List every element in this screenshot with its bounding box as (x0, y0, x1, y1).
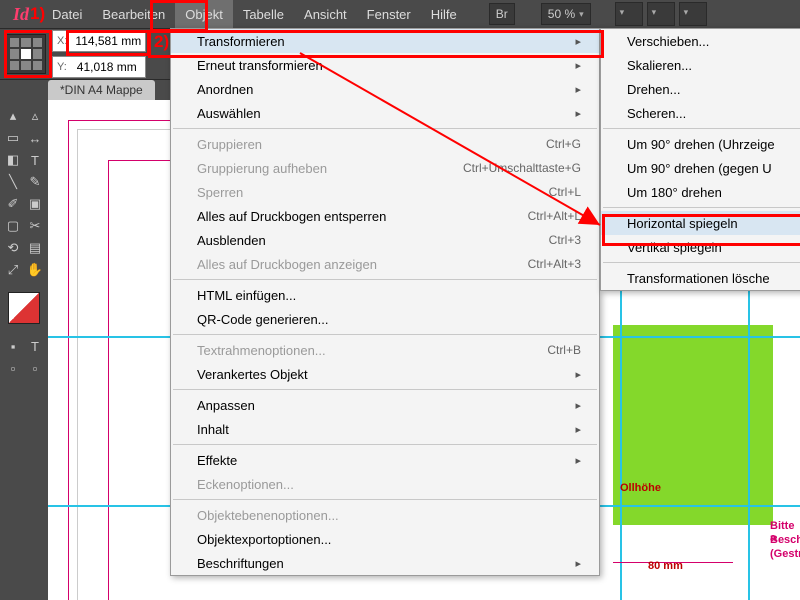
pencil-tool-icon[interactable]: ✐ (3, 194, 23, 214)
menu-anpassen[interactable]: Anpassen (171, 393, 599, 417)
gradient-tool-icon[interactable]: ▤ (25, 238, 45, 258)
app-logo: Id (0, 0, 42, 28)
menu-anzeigen: Alles auf Druckbogen anzeigenCtrl+Alt+3 (171, 252, 599, 276)
menu-eckenoptionen: Eckenoptionen... (171, 472, 599, 496)
submenu-drehen-90-gegen[interactable]: Um 90° drehen (gegen U (601, 156, 800, 180)
line-tool-icon[interactable]: ╲ (3, 172, 23, 192)
content-tool-icon[interactable]: ◧ (3, 150, 23, 170)
menu-auswaehlen[interactable]: Auswählen (171, 101, 599, 125)
label-ollhoehe: Ollhöhe (620, 482, 661, 494)
menu-separator (173, 128, 597, 129)
submenu-scheren[interactable]: Scheren... (601, 101, 800, 125)
view-options-icon[interactable] (615, 2, 643, 26)
label-gest: (Gestn (770, 548, 800, 560)
x-field[interactable]: X: 114,581 mm (52, 30, 146, 52)
document-tab[interactable]: *DIN A4 Mappe (48, 80, 155, 100)
menu-separator (173, 444, 597, 445)
menu-separator (173, 279, 597, 280)
submenu-drehen-180[interactable]: Um 180° drehen (601, 180, 800, 204)
submenu-verschieben[interactable]: Verschieben... (601, 29, 800, 53)
menu-separator (173, 389, 597, 390)
object-dropdown-menu: Transformieren Erneut transformieren Ano… (170, 28, 600, 576)
label-80mm: 80 mm (648, 560, 683, 572)
reference-point-grid[interactable] (6, 34, 46, 74)
menu-effekte[interactable]: Effekte (171, 448, 599, 472)
fill-stroke-swatch[interactable] (8, 292, 40, 324)
menu-objektexportoptionen[interactable]: Objektexportoptionen... (171, 527, 599, 551)
rectangle-tool-icon[interactable]: ▢ (3, 216, 23, 236)
submenu-transformationen-loeschen[interactable]: Transformationen lösche (601, 266, 800, 290)
view-mode-normal-icon[interactable]: ▫ (3, 358, 23, 378)
menu-objektebenenoptionen: Objektebenenoptionen... (171, 503, 599, 527)
hand-tool-icon[interactable]: ✋ (25, 260, 45, 280)
zoom-dropdown[interactable]: 50 % (541, 3, 591, 25)
x-value: 114,581 mm (71, 34, 145, 48)
scissors-tool-icon[interactable]: ✂ (25, 216, 45, 236)
menu-gruppieren: GruppierenCtrl+G (171, 132, 599, 156)
menu-object[interactable]: Objekt (175, 0, 233, 28)
frame-tool-icon[interactable]: ▣ (25, 194, 45, 214)
arrange-docs-icon[interactable] (679, 2, 707, 26)
document-tabs: *DIN A4 Mappe (48, 78, 155, 100)
gap-tool-icon[interactable]: ↔ (25, 128, 45, 148)
direct-selection-tool-icon[interactable]: ▵ (25, 106, 45, 126)
eyedropper-tool-icon[interactable]: ⤢ (3, 260, 23, 280)
type-tool-icon[interactable]: T (25, 150, 45, 170)
menu-view[interactable]: Ansicht (294, 0, 357, 28)
y-field[interactable]: Y: 41,018 mm (52, 56, 146, 78)
apply-none-icon[interactable]: T (25, 336, 45, 356)
menu-separator (603, 207, 800, 208)
menu-edit[interactable]: Bearbeiten (92, 0, 175, 28)
menu-ausblenden[interactable]: AusblendenCtrl+3 (171, 228, 599, 252)
apply-color-icon[interactable]: ▪ (3, 336, 23, 356)
pen-tool-icon[interactable]: ✎ (25, 172, 45, 192)
menu-inhalt[interactable]: Inhalt (171, 417, 599, 441)
submenu-drehen-90-uhr[interactable]: Um 90° drehen (Uhrzeige (601, 132, 800, 156)
menu-window[interactable]: Fenster (357, 0, 421, 28)
menu-html-einfuegen[interactable]: HTML einfügen... (171, 283, 599, 307)
screen-mode-icon[interactable] (647, 2, 675, 26)
menu-separator (173, 334, 597, 335)
selection-tool-icon[interactable]: ▴ (3, 106, 23, 126)
view-mode-preview-icon[interactable]: ▫ (25, 358, 45, 378)
transform-tool-icon[interactable]: ⟲ (3, 238, 23, 258)
menu-gruppierung-aufheben: Gruppierung aufhebenCtrl+Umschalttaste+G (171, 156, 599, 180)
menu-entsperren[interactable]: Alles auf Druckbogen entsperrenCtrl+Alt+… (171, 204, 599, 228)
menu-erneut-transformieren[interactable]: Erneut transformieren (171, 53, 599, 77)
submenu-drehen[interactable]: Drehen... (601, 77, 800, 101)
page-tool-icon[interactable]: ▭ (3, 128, 23, 148)
menu-table[interactable]: Tabelle (233, 0, 294, 28)
menu-separator (603, 262, 800, 263)
menu-file[interactable]: Datei (42, 0, 92, 28)
y-value: 41,018 mm (71, 60, 141, 74)
submenu-horizontal-spiegeln[interactable]: Horizontal spiegeln (601, 211, 800, 235)
menu-textrahmenoptionen: Textrahmenoptionen...Ctrl+B (171, 338, 599, 362)
label-besch: Besch (770, 534, 800, 546)
menu-separator (173, 499, 597, 500)
menu-anordnen[interactable]: Anordnen (171, 77, 599, 101)
x-label: X: (53, 35, 71, 47)
menu-separator (603, 128, 800, 129)
submenu-vertikal-spiegeln[interactable]: Vertikal spiegeln (601, 235, 800, 259)
menu-beschriftungen[interactable]: Beschriftungen (171, 551, 599, 575)
menu-verankertes-objekt[interactable]: Verankertes Objekt (171, 362, 599, 386)
submenu-skalieren[interactable]: Skalieren... (601, 53, 800, 77)
menu-sperren: SperrenCtrl+L (171, 180, 599, 204)
bridge-button[interactable]: Br (489, 3, 515, 25)
menu-transformieren[interactable]: Transformieren (171, 29, 599, 53)
tools-panel: ▴▵ ▭↔ ◧T ╲✎ ✐▣ ▢✂ ⟲▤ ⤢✋ ▪T ▫▫ (0, 100, 49, 600)
y-label: Y: (53, 61, 71, 73)
menu-bar: Id Datei Bearbeiten Objekt Tabelle Ansic… (0, 0, 800, 29)
transform-submenu: Verschieben... Skalieren... Drehen... Sc… (600, 28, 800, 291)
menu-help[interactable]: Hilfe (421, 0, 467, 28)
menu-qr-generieren[interactable]: QR-Code generieren... (171, 307, 599, 331)
